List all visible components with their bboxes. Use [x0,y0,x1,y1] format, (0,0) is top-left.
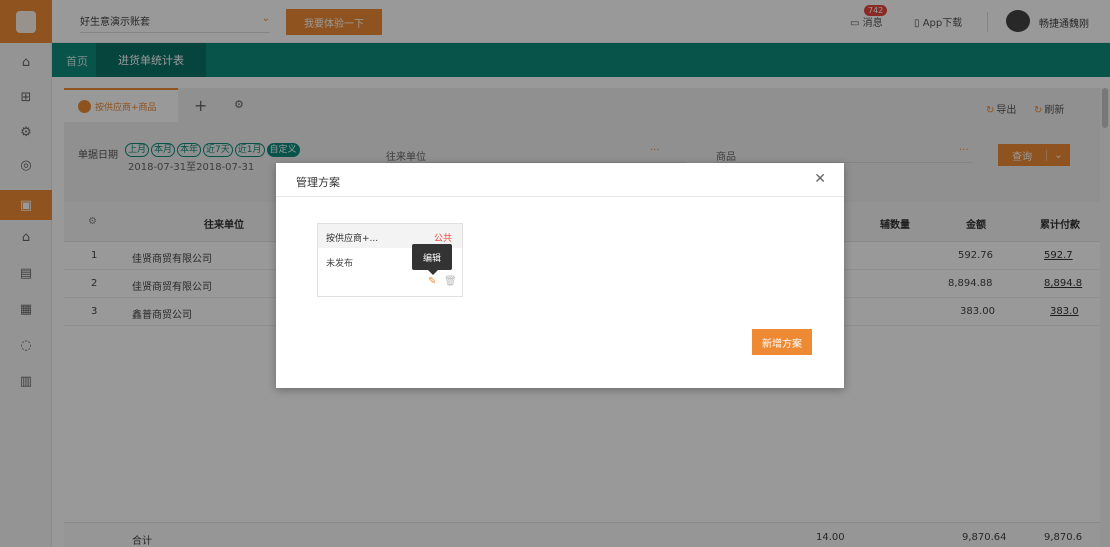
edit-tooltip: 编辑 [412,244,452,275]
scheme-card-name: 按供应商+... [326,234,379,244]
scheme-status: 未发布 [326,259,354,269]
scheme-public-badge: 公共 [433,234,452,244]
close-icon[interactable]: ✕ [814,171,826,187]
manage-scheme-modal: 管理方案 ✕ 按供应商+... 公共 未发布 ✎ 🗑 编辑 新增方案 [276,163,844,388]
modal-title: 管理方案 [296,176,340,189]
edit-icon[interactable]: ✎ [428,276,436,287]
modal-header: 管理方案 ✕ [276,163,844,197]
add-scheme-button[interactable]: 新增方案 [752,329,812,355]
delete-icon[interactable]: 🗑 [444,276,457,287]
